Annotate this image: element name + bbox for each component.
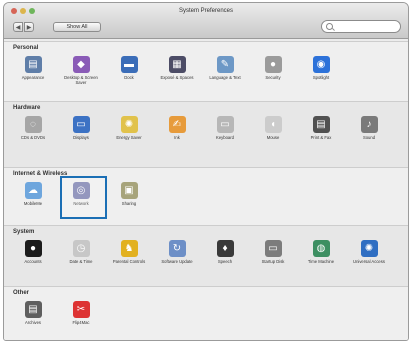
spotlight-icon: ◉ bbox=[312, 56, 330, 73]
pane-label: Universal Access bbox=[353, 259, 385, 264]
pane-time-machine[interactable]: ◍ Time Machine bbox=[301, 240, 341, 264]
language-icon: ✎ bbox=[216, 56, 234, 73]
pane-label: Parental Controls bbox=[112, 259, 146, 264]
dock-icon: ▬ bbox=[120, 56, 138, 73]
mobileme-icon: ☁ bbox=[24, 182, 42, 199]
pane-spotlight[interactable]: ◉ Spotlight bbox=[301, 56, 341, 80]
pane-expos-spaces[interactable]: ▦ Exposé & Spaces bbox=[157, 56, 197, 80]
search-icon bbox=[326, 23, 333, 30]
desktop-icon: ◆ bbox=[72, 56, 90, 73]
pane-universal-access[interactable]: ✺ Universal Access bbox=[349, 240, 389, 264]
forward-button[interactable]: ▶ bbox=[24, 22, 34, 32]
pane-label: Keyboard bbox=[216, 135, 234, 140]
section-hardware: Hardware ◌ CDs & DVDs ▭ Displays ✺ Energy Save… bbox=[4, 101, 408, 167]
keyboard-icon: ▭ bbox=[216, 116, 234, 133]
speech-icon: ♦ bbox=[216, 240, 234, 257]
parental-controls-icon: ♞ bbox=[120, 240, 138, 257]
pane-cds-dvds[interactable]: ◌ CDs & DVDs bbox=[13, 116, 53, 140]
pane-desktop-screen-saver[interactable]: ◆ Desktop & Screen Saver bbox=[61, 56, 101, 85]
pane-label: Mouse bbox=[266, 135, 280, 140]
pane-software-update[interactable]: ↻ Software Update bbox=[157, 240, 197, 264]
pane-label: Software Update bbox=[161, 259, 193, 264]
pane-label: Speech bbox=[217, 259, 233, 264]
pane-date-time[interactable]: ◷ Date & Time bbox=[61, 240, 101, 264]
pane-label: Energy Saver bbox=[116, 135, 142, 140]
pane-label: Dock bbox=[124, 75, 134, 80]
section-title: Personal bbox=[13, 45, 39, 51]
pane-label: Exposé & Spaces bbox=[160, 75, 194, 80]
back-button[interactable]: ◀ bbox=[13, 22, 23, 32]
pane-dock[interactable]: ▬ Dock bbox=[109, 56, 149, 80]
pane-label: Time Machine bbox=[307, 259, 335, 264]
pane-label: Appearance bbox=[21, 75, 45, 80]
security-icon: ● bbox=[264, 56, 282, 73]
pane-ink[interactable]: ✍ Ink bbox=[157, 116, 197, 140]
pane-label: Flip4Mac bbox=[72, 320, 90, 325]
startup-disk-icon: ▭ bbox=[264, 240, 282, 257]
pane-archives[interactable]: ▤ Archives bbox=[13, 301, 53, 325]
pane-label: Language & Text bbox=[209, 75, 241, 80]
pane-sharing[interactable]: ▣ Sharing bbox=[109, 182, 149, 206]
pane-label: Security bbox=[265, 75, 281, 80]
software-update-icon: ↻ bbox=[168, 240, 186, 257]
search-field[interactable] bbox=[321, 20, 401, 33]
pane-language-text[interactable]: ✎ Language & Text bbox=[205, 56, 245, 80]
mouse-icon: ◖ bbox=[264, 116, 282, 133]
pane-print-fax[interactable]: ▤ Print & Fax bbox=[301, 116, 341, 140]
displays-icon: ▭ bbox=[72, 116, 90, 133]
appearance-icon: ▤ bbox=[24, 56, 42, 73]
pane-label: Spotlight bbox=[312, 75, 330, 80]
title-bar: System Preferences ◀ ▶ Show All bbox=[4, 3, 408, 39]
section-personal: Personal ▤ Appearance ◆ Desktop & Screen Sav… bbox=[4, 41, 408, 101]
time-machine-icon: ◍ bbox=[312, 240, 330, 257]
pane-displays[interactable]: ▭ Displays bbox=[61, 116, 101, 140]
expose-icon: ▦ bbox=[168, 56, 186, 73]
show-all-button[interactable]: Show All bbox=[53, 22, 101, 32]
energy-saver-icon: ✺ bbox=[120, 116, 138, 133]
pane-label: Print & Fax bbox=[310, 135, 332, 140]
pane-flip4mac[interactable]: ✂ Flip4Mac bbox=[61, 301, 101, 325]
section-title: System bbox=[13, 229, 35, 235]
archives-icon: ▤ bbox=[24, 301, 42, 318]
cds-dvds-icon: ◌ bbox=[24, 116, 42, 133]
search-input[interactable] bbox=[334, 22, 396, 31]
section-system: System ● Accounts ◷ Date & Time ♞ Parental Con… bbox=[4, 225, 408, 286]
pane-label: Displays bbox=[73, 135, 89, 140]
pane-label: Desktop & Screen Saver bbox=[64, 75, 98, 85]
pane-security[interactable]: ● Security bbox=[253, 56, 293, 80]
section-other: Other ▤ Archives ✂ Flip4Mac bbox=[4, 286, 408, 340]
window-title: System Preferences bbox=[178, 8, 234, 14]
pane-label: Sharing bbox=[121, 201, 137, 206]
universal-access-icon: ✺ bbox=[360, 240, 378, 257]
pane-accounts[interactable]: ● Accounts bbox=[13, 240, 53, 264]
date-time-icon: ◷ bbox=[72, 240, 90, 257]
pane-label: Accounts bbox=[24, 259, 42, 264]
pane-label: CDs & DVDs bbox=[20, 135, 46, 140]
sharing-icon: ▣ bbox=[120, 182, 138, 199]
ink-icon: ✍ bbox=[168, 116, 186, 133]
section-title: Other bbox=[13, 290, 30, 296]
pane-label: Archives bbox=[24, 320, 42, 325]
system-preferences-window: System Preferences ◀ ▶ Show All Personal… bbox=[3, 2, 409, 341]
pane-label: Sound bbox=[362, 135, 376, 140]
pane-label: MobileMe bbox=[23, 201, 43, 206]
pane-label: Ink bbox=[174, 135, 180, 140]
selected-pane-highlight bbox=[60, 176, 107, 219]
pane-mobileme[interactable]: ☁ MobileMe bbox=[13, 182, 53, 206]
pane-speech[interactable]: ♦ Speech bbox=[205, 240, 245, 264]
pane-parental-controls[interactable]: ♞ Parental Controls bbox=[109, 240, 149, 264]
print-fax-icon: ▤ bbox=[312, 116, 330, 133]
flip4mac-icon: ✂ bbox=[72, 301, 90, 318]
pane-label: Startup Disk bbox=[261, 259, 285, 264]
pane-mouse[interactable]: ◖ Mouse bbox=[253, 116, 293, 140]
pane-appearance[interactable]: ▤ Appearance bbox=[13, 56, 53, 80]
pane-sound[interactable]: ♪ Sound bbox=[349, 116, 389, 140]
pane-startup-disk[interactable]: ▭ Startup Disk bbox=[253, 240, 293, 264]
sound-icon: ♪ bbox=[360, 116, 378, 133]
accounts-icon: ● bbox=[24, 240, 42, 257]
pane-keyboard[interactable]: ▭ Keyboard bbox=[205, 116, 245, 140]
pane-label: Date & Time bbox=[69, 259, 93, 264]
section-title: Hardware bbox=[13, 105, 41, 111]
pane-energy-saver[interactable]: ✺ Energy Saver bbox=[109, 116, 149, 140]
